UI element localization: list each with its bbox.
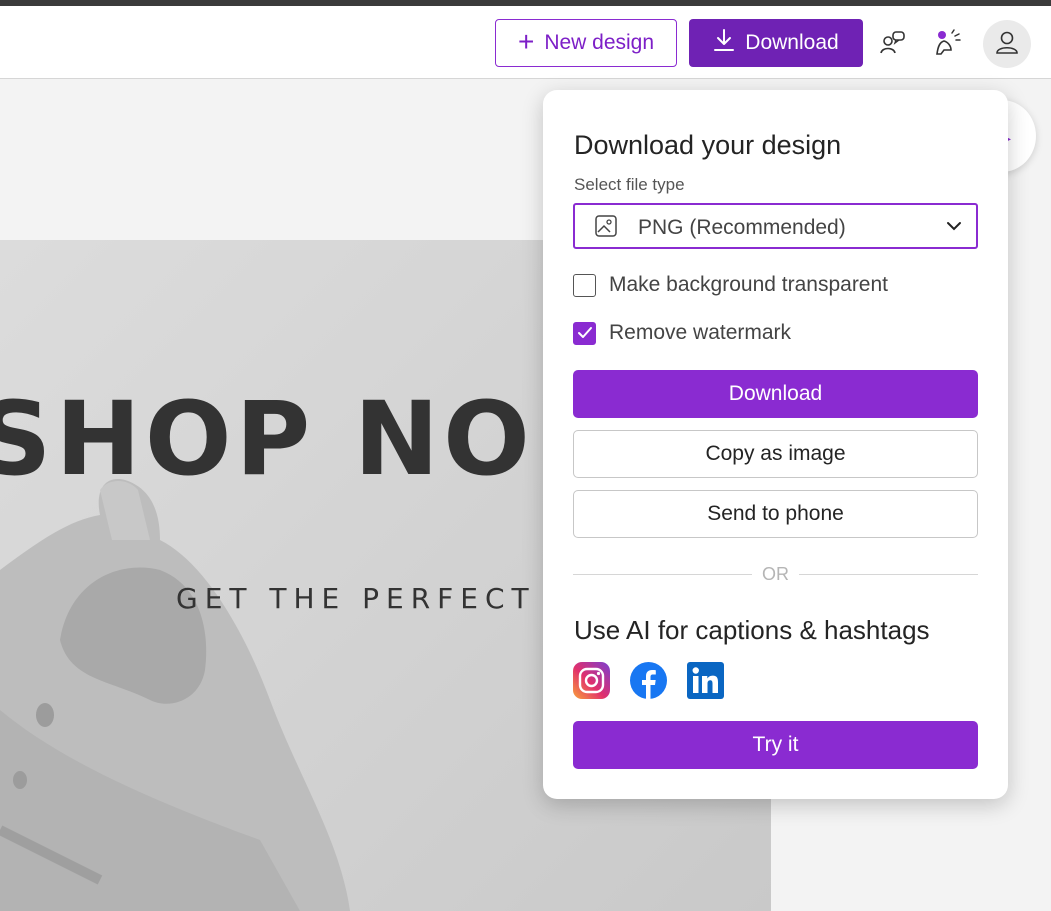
ai-captions-title: Use AI for captions & hashtags — [574, 615, 930, 645]
user-avatar-icon — [994, 29, 1020, 60]
separator-line-right — [799, 574, 978, 575]
linkedin-icon[interactable] — [687, 662, 724, 699]
instagram-icon[interactable] — [573, 662, 610, 699]
remove-watermark-option[interactable]: Remove watermark — [573, 321, 791, 345]
file-type-label: Select file type — [574, 175, 685, 194]
or-separator: OR — [573, 564, 978, 584]
plus-icon: + — [517, 25, 535, 57]
download-icon — [713, 28, 735, 58]
top-header: + New design Download — [0, 6, 1051, 79]
transparent-background-option[interactable]: Make background transparent — [573, 273, 888, 297]
remove-watermark-label: Remove watermark — [609, 321, 792, 344]
download-header-label: Download — [745, 31, 839, 54]
user-avatar-button[interactable] — [983, 20, 1031, 68]
remove-watermark-checkbox[interactable] — [573, 321, 596, 345]
new-design-button[interactable]: + New design — [495, 19, 677, 67]
try-it-button[interactable]: Try it — [573, 721, 978, 769]
download-button[interactable]: Download — [573, 370, 978, 418]
design-headline: SHOP NO — [0, 380, 534, 499]
file-type-select[interactable]: PNG (Recommended) — [573, 203, 978, 249]
separator-line-left — [573, 574, 752, 575]
send-to-phone-button[interactable]: Send to phone — [573, 490, 978, 538]
facebook-icon[interactable] — [630, 662, 667, 699]
or-text: OR — [762, 564, 789, 584]
checkmark-icon — [577, 327, 592, 338]
download-header-button[interactable]: Download — [689, 19, 863, 67]
people-chat-icon[interactable] — [878, 28, 908, 58]
chevron-down-icon — [946, 219, 962, 237]
download-panel: Download your design Select file type PN… — [543, 90, 1008, 799]
image-icon — [595, 215, 617, 242]
new-design-label: New design — [544, 31, 655, 54]
transparent-background-checkbox[interactable] — [573, 273, 596, 297]
transparent-background-label: Make background transparent — [609, 273, 888, 296]
celebrate-icon[interactable] — [932, 28, 962, 58]
panel-title: Download your design — [574, 130, 842, 160]
file-type-value: PNG (Recommended) — [638, 216, 846, 239]
copy-as-image-button[interactable]: Copy as image — [573, 430, 978, 478]
design-subline: GET THE PERFECT S — [176, 582, 577, 615]
